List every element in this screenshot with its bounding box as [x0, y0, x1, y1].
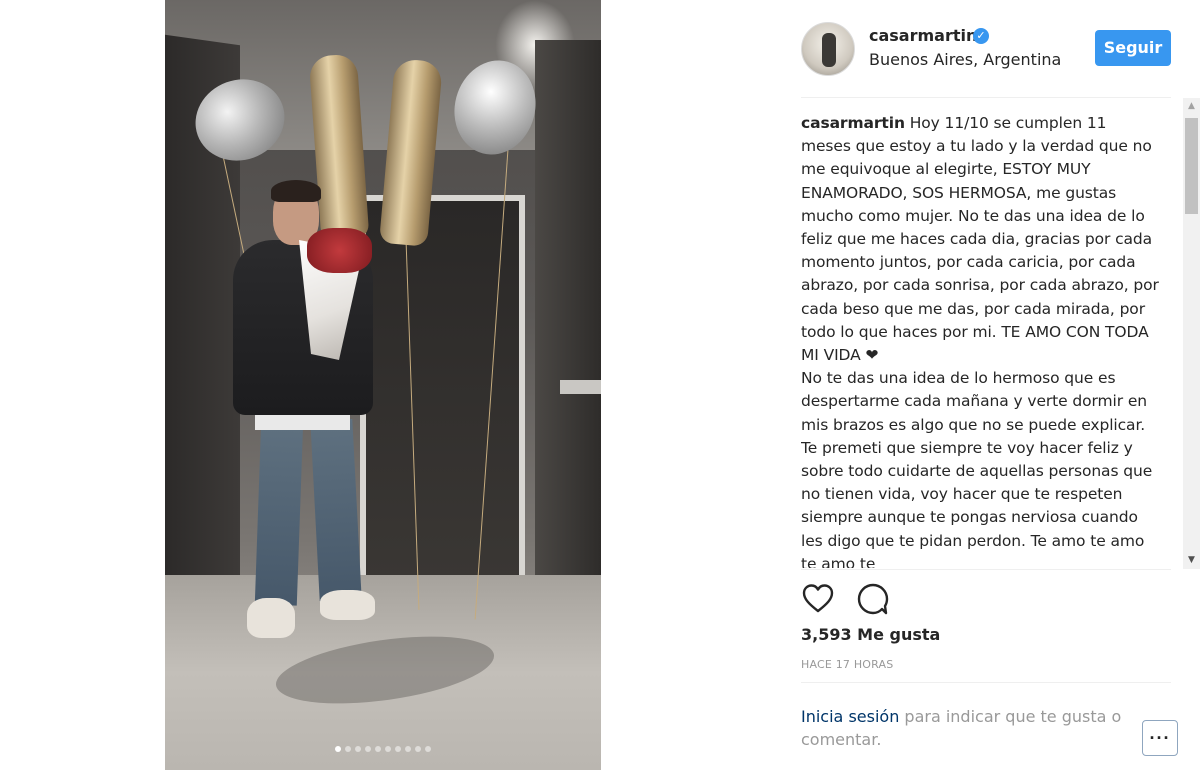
carousel-dot[interactable] — [365, 746, 371, 752]
photo-door-handle — [560, 380, 601, 394]
roses — [307, 228, 372, 273]
post-photo[interactable] — [165, 0, 601, 770]
comment-icon[interactable] — [856, 582, 890, 616]
person-leg — [254, 419, 304, 606]
carousel-dot[interactable] — [395, 746, 401, 752]
scroll-up-arrow-icon[interactable]: ▲ — [1183, 98, 1200, 115]
carousel-dot[interactable] — [355, 746, 361, 752]
post-actions — [801, 582, 906, 616]
more-options-button[interactable]: ··· — [1142, 720, 1178, 756]
follow-button[interactable]: Seguir — [1095, 30, 1171, 66]
carousel-dot[interactable] — [415, 746, 421, 752]
verified-badge-icon: ✓ — [973, 28, 989, 44]
divider — [801, 97, 1171, 98]
carousel-dot[interactable] — [345, 746, 351, 752]
carousel-dot[interactable] — [405, 746, 411, 752]
post-timestamp[interactable]: HACE 17 HORAS — [801, 658, 893, 671]
person-shoe — [247, 598, 295, 638]
avatar-figure — [822, 33, 836, 67]
divider — [801, 682, 1171, 683]
carousel-indicator — [165, 746, 601, 752]
scroll-thumb[interactable] — [1185, 118, 1198, 214]
carousel-dot[interactable] — [425, 746, 431, 752]
location-link[interactable]: Buenos Aires, Argentina — [869, 50, 1061, 69]
carousel-dot[interactable] — [375, 746, 381, 752]
divider — [801, 569, 1171, 570]
post-header: casarmartin ✓ Buenos Aires, Argentina Se… — [801, 20, 1171, 80]
caption-text: No te das una idea de lo hermoso que es … — [801, 369, 1153, 568]
caption-scrollbar[interactable]: ▲ ▼ — [1183, 98, 1200, 569]
caption-username[interactable]: casarmartin — [801, 114, 905, 132]
caption-container[interactable]: casarmartin Hoy 11/10 se cumplen 11 mese… — [801, 112, 1161, 568]
login-link[interactable]: Inicia sesión — [801, 707, 899, 726]
post-side-panel: casarmartin ✓ Buenos Aires, Argentina Se… — [601, 0, 1201, 770]
like-count[interactable]: 3,593 Me gusta — [801, 625, 940, 644]
person-shoe — [320, 590, 375, 620]
caption: casarmartin Hoy 11/10 se cumplen 11 mese… — [801, 112, 1161, 568]
caption-text: Hoy 11/10 se cumplen 11 meses que estoy … — [801, 114, 1159, 365]
scroll-down-arrow-icon[interactable]: ▼ — [1183, 552, 1200, 569]
carousel-dot[interactable] — [385, 746, 391, 752]
person-hair — [271, 180, 321, 202]
username-link[interactable]: casarmartin — [869, 26, 977, 45]
carousel-dot[interactable] — [335, 746, 341, 752]
heart-icon[interactable] — [801, 582, 835, 616]
avatar[interactable] — [801, 22, 855, 76]
login-prompt: Inicia sesión para indicar que te gusta … — [801, 705, 1131, 751]
person-leg — [310, 419, 362, 601]
